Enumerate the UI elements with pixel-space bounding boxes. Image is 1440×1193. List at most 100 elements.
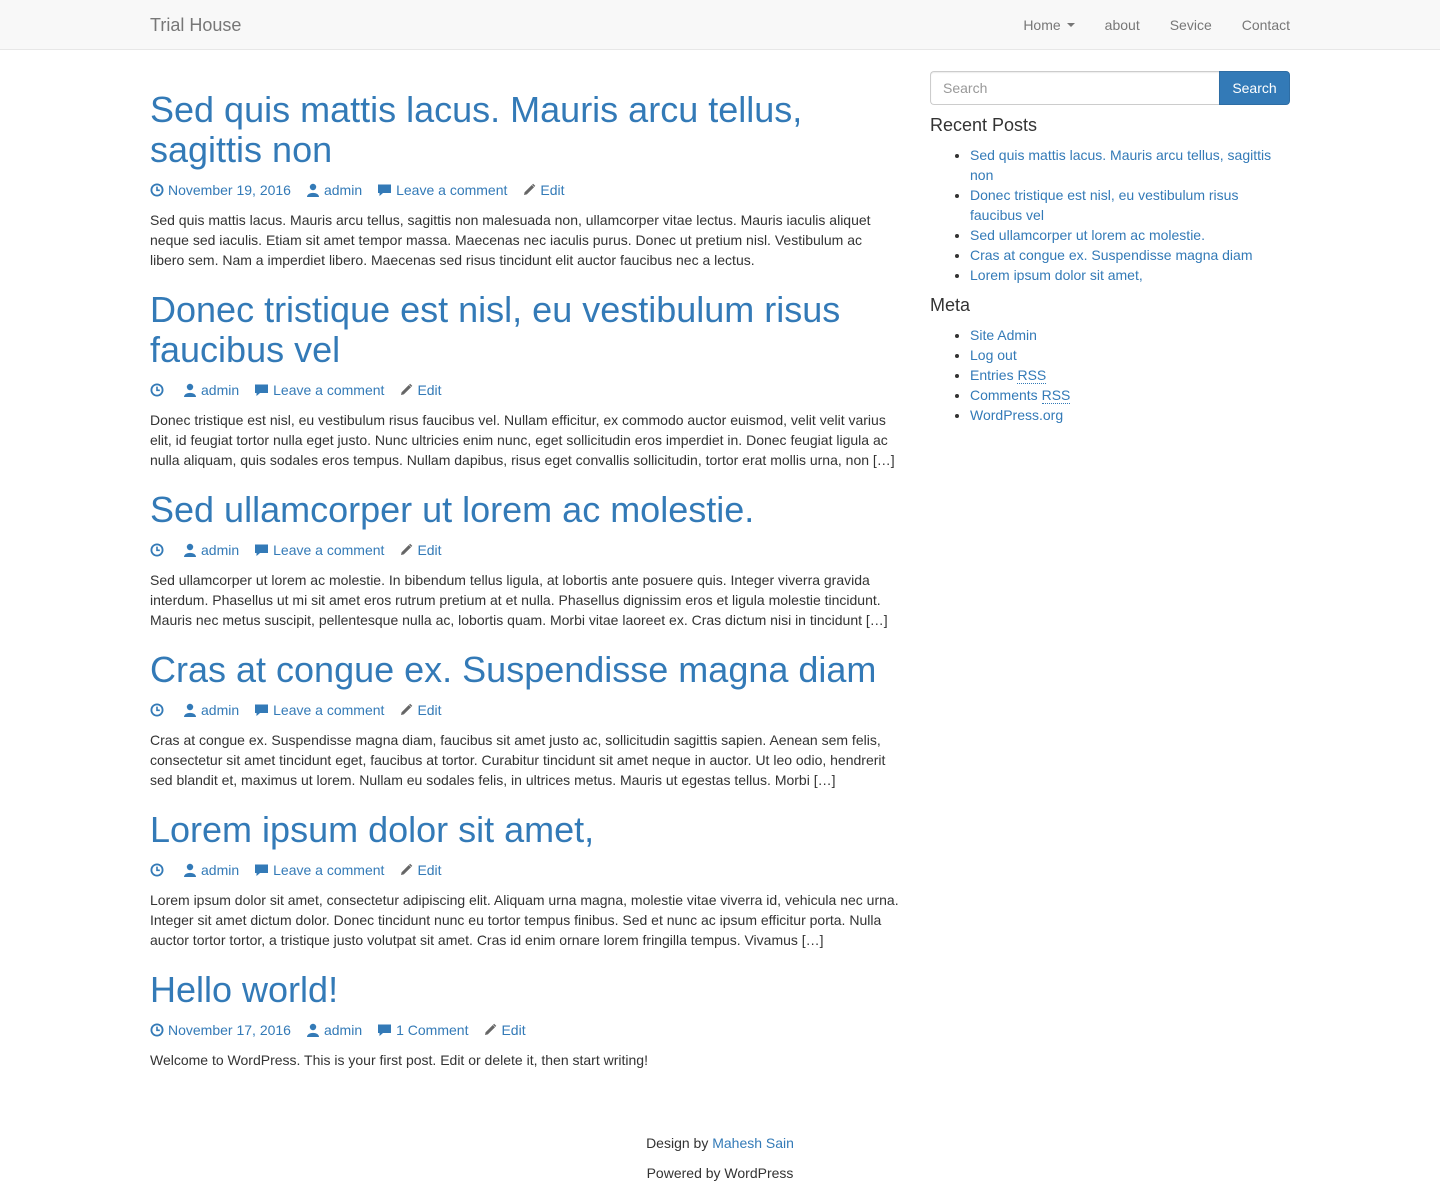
pencil-icon [524,183,536,195]
post-date[interactable] [150,383,168,397]
post-meta: admin Leave a comment Edit [150,540,900,560]
post-author[interactable]: admin [183,700,239,720]
post-author[interactable]: admin [183,860,239,880]
main-nav: Home about Sevice Contact [1008,0,1290,50]
post-author-text: admin [201,862,240,878]
clock-icon [150,1023,164,1037]
post-edit-link[interactable]: Edit [399,380,442,400]
search-form: Search [930,71,1290,105]
search-button[interactable]: Search [1219,71,1290,105]
user-icon [184,863,196,877]
post-edit-text: Edit [417,542,442,558]
post-title-link[interactable]: Donec tristique est nisl, eu vestibulum … [150,289,840,370]
post-title: Cras at congue ex. Suspendisse magna dia… [150,650,900,690]
entries-rss-link[interactable]: Entries RSS [970,367,1047,384]
post-comments-link[interactable]: Leave a comment [254,540,384,560]
meta-item: Entries RSS [970,365,1290,385]
post-date[interactable] [150,543,168,557]
post-comments-text: Leave a comment [273,862,385,878]
post-edit-link[interactable]: Edit [522,180,565,200]
footer-design-line: Design by Mahesh Sain [0,1133,1440,1153]
meta-heading: Meta [930,295,971,315]
post-comments-link[interactable]: 1 Comment [377,1020,468,1040]
post-comments-link[interactable]: Leave a comment [254,380,384,400]
post-title-link[interactable]: Hello world! [150,969,338,1010]
site-footer: Design by Mahesh Sain Powered by WordPre… [0,1133,1440,1193]
caret-down-icon [1066,23,1075,27]
nav-about[interactable]: about [1090,0,1155,50]
log-out-link[interactable]: Log out [970,347,1017,363]
user-icon [184,703,196,717]
post-article: Lorem ipsum dolor sit amet, admin Leave … [150,810,900,950]
meta-list: Site Admin Log out Entries RSS Comments … [930,325,1290,425]
post-author[interactable]: admin [306,180,362,200]
recent-post-link[interactable]: Lorem ipsum dolor sit amet, [970,267,1143,283]
nav-contact[interactable]: Contact [1227,0,1290,50]
recent-post-item: Donec tristique est nisl, eu vestibulum … [970,185,1290,225]
site-admin-link[interactable]: Site Admin [970,327,1037,343]
clock-icon [150,183,164,197]
post-author-text: admin [201,382,240,398]
recent-post-link[interactable]: Cras at congue ex. Suspendisse magna dia… [970,247,1253,263]
meta-item: Comments RSS [970,385,1290,405]
post-edit-link[interactable]: Edit [399,700,442,720]
entries-rss-prefix: Entries [970,367,1014,383]
meta-item: Log out [970,345,1290,365]
recent-posts-widget: Recent Posts Sed quis mattis lacus. Maur… [930,115,1290,285]
post-date[interactable]: November 17, 2016 [150,1020,291,1040]
pencil-icon [485,1023,497,1035]
post-title-link[interactable]: Sed quis mattis lacus. Mauris arcu tellu… [150,89,802,170]
user-icon [306,183,319,197]
post-date[interactable] [150,863,168,877]
user-icon [306,1023,319,1037]
post-article: Hello world! November 17, 2016 admin 1 C… [150,970,900,1070]
post-edit-text: Edit [417,862,442,878]
post-comments-link[interactable]: Leave a comment [377,180,507,200]
post-excerpt: Welcome to WordPress. This is your first… [150,1052,648,1068]
meta-item: WordPress.org [970,405,1290,425]
wordpress-org-link[interactable]: WordPress.org [970,407,1063,423]
post-edit-link[interactable]: Edit [483,1020,526,1040]
comments-rss-link[interactable]: Comments RSS [970,387,1071,404]
post-title-link[interactable]: Sed ullamcorper ut lorem ac molestie. [150,489,754,530]
recent-post-link[interactable]: Sed ullamcorper ut lorem ac molestie. [970,227,1205,243]
post-edit-link[interactable]: Edit [399,860,442,880]
post-title: Hello world! [150,970,900,1010]
post-comments-link[interactable]: Leave a comment [254,700,384,720]
comment-icon [255,544,269,556]
nav-home-dropdown[interactable]: Home [1008,0,1089,50]
recent-posts-heading: Recent Posts [930,115,1038,135]
recent-post-link[interactable]: Donec tristique est nisl, eu vestibulum … [970,187,1238,223]
post-edit-link[interactable]: Edit [399,540,442,560]
comment-icon [378,1024,392,1036]
recent-post-item: Cras at congue ex. Suspendisse magna dia… [970,245,1290,265]
post-title: Lorem ipsum dolor sit amet, [150,810,900,850]
post-date[interactable]: November 19, 2016 [150,180,291,200]
post-article: Cras at congue ex. Suspendisse magna dia… [150,650,900,790]
comments-rss-prefix: Comments [970,387,1038,403]
search-input[interactable] [930,71,1219,105]
post-date-text: November 19, 2016 [168,182,291,198]
comments-rss-abbr: RSS [1041,387,1071,404]
post-author[interactable]: admin [306,1020,362,1040]
post-title-link[interactable]: Cras at congue ex. Suspendisse magna dia… [150,649,876,690]
entries-rss-abbr: RSS [1017,367,1047,384]
comment-icon [255,864,269,876]
top-navbar: Trial House Home about Sevice Contact [0,0,1440,50]
nav-service[interactable]: Sevice [1155,0,1227,50]
post-title-link[interactable]: Lorem ipsum dolor sit amet, [150,809,594,850]
post-list: Sed quis mattis lacus. Mauris arcu tellu… [150,70,900,1080]
post-title: Sed ullamcorper ut lorem ac molestie. [150,490,900,530]
post-author[interactable]: admin [183,540,239,560]
post-comments-link[interactable]: Leave a comment [254,860,384,880]
pencil-icon [401,543,413,555]
post-date[interactable] [150,703,168,717]
post-author[interactable]: admin [183,380,239,400]
post-edit-text: Edit [540,182,565,198]
site-brand[interactable]: Trial House [150,15,241,35]
designer-link[interactable]: Mahesh Sain [712,1135,794,1151]
recent-post-link[interactable]: Sed quis mattis lacus. Mauris arcu tellu… [970,147,1271,183]
pencil-icon [401,703,413,715]
recent-post-item: Lorem ipsum dolor sit amet, [970,265,1290,285]
post-excerpt: Lorem ipsum dolor sit amet, consectetur … [150,892,899,948]
